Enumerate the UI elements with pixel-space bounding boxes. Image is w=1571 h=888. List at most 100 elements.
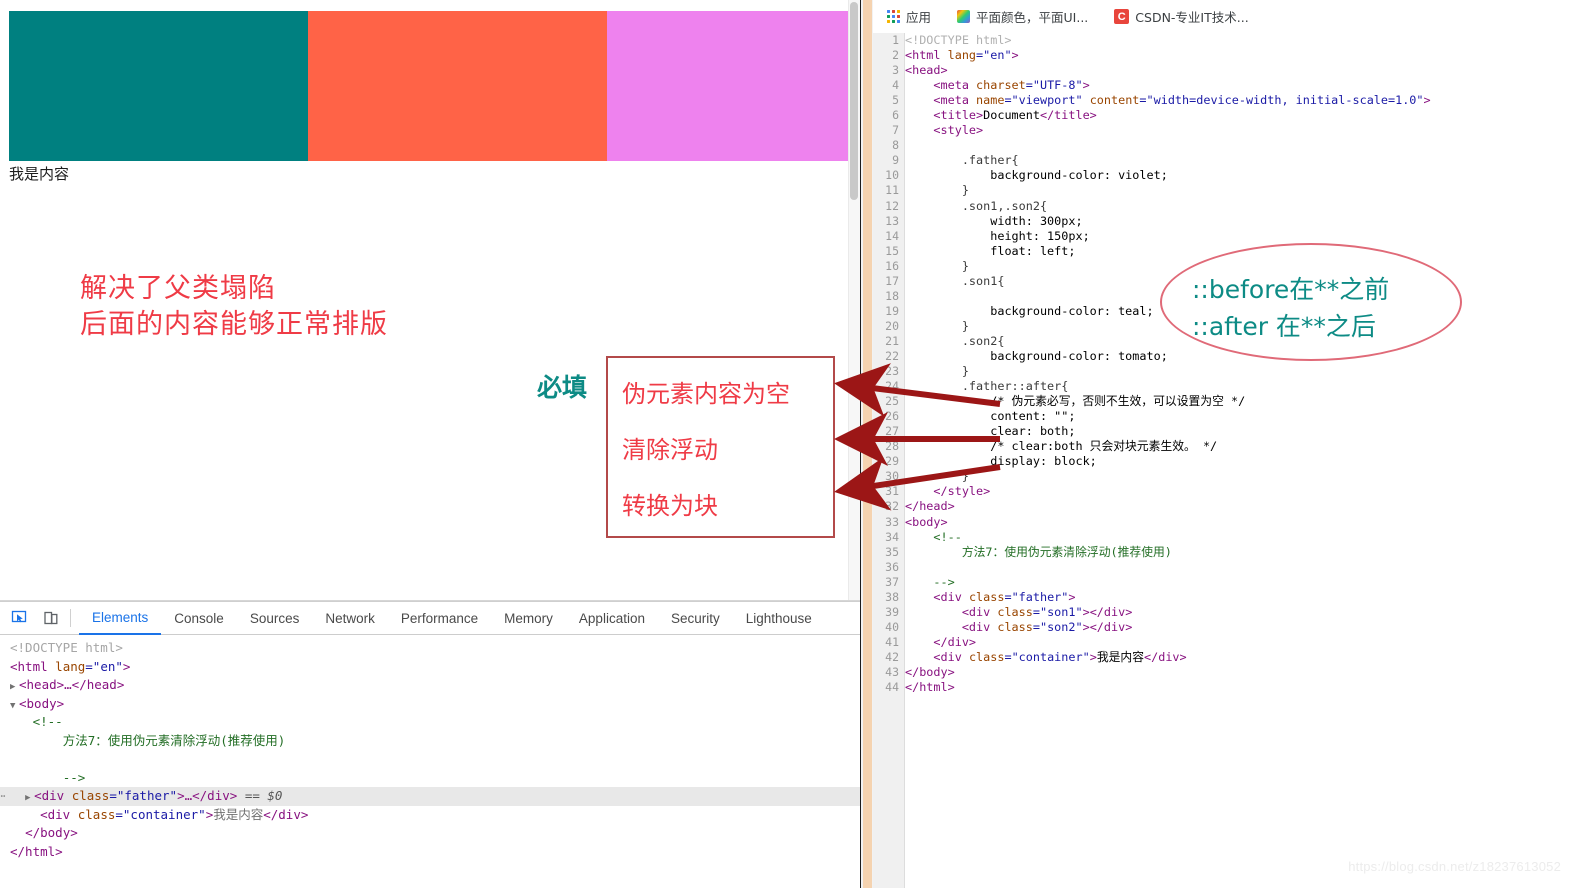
line-number: 9 [873, 153, 904, 168]
line-number: 27 [873, 424, 904, 439]
source-line: } [905, 469, 1571, 484]
bookmarks-bar: 应用 平面颜色，平面UI... C CSDN-专业IT技术... [873, 0, 1571, 34]
tab-performance[interactable]: Performance [388, 603, 491, 634]
requirements-box: 伪元素内容为空 清除浮动 转换为块 [606, 356, 835, 538]
device-toolbar-icon[interactable] [38, 605, 64, 631]
father-background-area [607, 11, 860, 161]
source-line: <head> [905, 63, 1571, 78]
dom-body: <body> [19, 696, 64, 711]
dom-container-class-value: ="container" [115, 807, 205, 822]
inspect-element-icon[interactable] [6, 605, 32, 631]
line-number: 39 [873, 605, 904, 620]
requirement-item: 清除浮动 [622, 430, 718, 465]
source-line: </head> [905, 499, 1571, 514]
page-scrollbar-thumb[interactable] [850, 2, 858, 200]
dom-line[interactable]: </body> [0, 824, 860, 843]
dom-line-father-selected[interactable]: ⋯ ▶<div class="father">…</div> == $0 [0, 787, 860, 806]
line-number: 29 [873, 454, 904, 469]
dom-father-class-value: ="father" [109, 788, 177, 803]
line-number: 20 [873, 319, 904, 334]
dom-line-head[interactable]: ▶<head>…</head> [0, 676, 860, 695]
source-vertical-scrollbar[interactable] [861, 0, 873, 888]
dom-doctype: <!DOCTYPE html> [10, 640, 123, 655]
bookmark-label: 平面颜色，平面UI... [976, 7, 1088, 26]
collapse-solved-note: 解决了父类塌陷 后面的内容能够正常排版 [80, 271, 388, 343]
dom-line[interactable]: <html lang="en"> [0, 658, 860, 677]
dom-line[interactable] [0, 750, 860, 769]
source-code-area: 1234567891011121314151617181920212223242… [873, 33, 1571, 888]
pseudo-element-ellipse-note: ::before在**之前 ::after 在**之后 [1160, 243, 1462, 361]
tab-lighthouse[interactable]: Lighthouse [733, 603, 825, 634]
line-number: 5 [873, 93, 904, 108]
line-number: 16 [873, 259, 904, 274]
source-line: </html> [905, 680, 1571, 695]
dom-line[interactable]: 方法7：使用伪元素清除浮动(推荐使用) [0, 732, 860, 751]
tab-memory[interactable]: Memory [491, 603, 566, 634]
line-number: 17 [873, 274, 904, 289]
line-number: 42 [873, 650, 904, 665]
line-number: 23 [873, 364, 904, 379]
devtools-toolbar: Elements Console Sources Network Perform… [0, 602, 860, 635]
dom-body-close: </body> [25, 825, 78, 840]
dom-tree: <!DOCTYPE html> <html lang="en"> ▶<head>… [0, 635, 860, 888]
dom-head: <head>…</head> [19, 677, 124, 692]
tab-network[interactable]: Network [312, 603, 388, 634]
line-number: 14 [873, 229, 904, 244]
line-number: 44 [873, 680, 904, 695]
line-number: 15 [873, 244, 904, 259]
dom-line-body[interactable]: ▼<body> [0, 695, 860, 714]
source-line: </style> [905, 484, 1571, 499]
dom-html-close-bracket: > [123, 659, 131, 674]
bookmark-csdn[interactable]: C CSDN-专业IT技术... [1114, 7, 1248, 26]
bookmark-apps[interactable]: 应用 [887, 7, 931, 26]
son1-block [9, 11, 308, 161]
ellipse-note-line: ::after 在**之后 [1192, 307, 1376, 343]
dom-line[interactable]: <!DOCTYPE html> [0, 639, 860, 658]
tab-console[interactable]: Console [161, 603, 237, 634]
dom-container-open: <div [40, 807, 70, 822]
line-number: 8 [873, 138, 904, 153]
dom-lang-value: ="en" [85, 659, 123, 674]
source-line: background-color: violet; [905, 168, 1571, 183]
bookmark-color-palette[interactable]: 平面颜色，平面UI... [957, 7, 1088, 26]
dom-comment-close: --> [63, 770, 86, 785]
bookmark-label: 应用 [906, 7, 931, 26]
source-line: /* clear:both 只会对块元素生效。 */ [905, 439, 1571, 454]
source-scrollbar-thumb[interactable] [863, 0, 872, 888]
dom-line[interactable]: </html> [0, 843, 860, 862]
line-number: 41 [873, 635, 904, 650]
source-line: .father::after{ [905, 379, 1571, 394]
browser-left-pane: 我是内容 解决了父类塌陷 后面的内容能够正常排版 必填 伪元素内容为空 清除浮动… [0, 0, 860, 888]
line-number: 1 [873, 33, 904, 48]
source-line: <div class="father"> [905, 590, 1571, 605]
dom-line[interactable]: --> [0, 769, 860, 788]
source-line: clear: both; [905, 424, 1571, 439]
source-line: height: 150px; [905, 229, 1571, 244]
more-options-icon[interactable]: ⋯ [0, 787, 7, 806]
line-number: 25 [873, 394, 904, 409]
line-number: 30 [873, 469, 904, 484]
line-number: 37 [873, 575, 904, 590]
source-code-text[interactable]: <!DOCTYPE html><html lang="en"><head> <m… [905, 33, 1571, 888]
dom-container-text: 我是内容 [213, 807, 263, 822]
container-div-text: 我是内容 [9, 163, 69, 185]
dom-line-container[interactable]: <div class="container">我是内容</div> [0, 806, 860, 825]
dom-line[interactable]: <!-- [0, 713, 860, 732]
tab-application[interactable]: Application [566, 603, 658, 634]
tab-security[interactable]: Security [658, 603, 733, 634]
requirement-item: 转换为块 [622, 486, 718, 521]
line-number: 19 [873, 304, 904, 319]
dom-father-open: <div [34, 788, 64, 803]
page-vertical-scrollbar[interactable] [848, 0, 860, 600]
source-line: .son1,.son2{ [905, 199, 1571, 214]
line-number: 35 [873, 545, 904, 560]
source-line [905, 138, 1571, 153]
line-number: 36 [873, 560, 904, 575]
source-line: <html lang="en"> [905, 48, 1571, 63]
required-label: 必填 [537, 368, 587, 404]
tab-sources[interactable]: Sources [237, 603, 313, 634]
ellipse-note-line: ::before在**之前 [1192, 270, 1389, 306]
line-number: 43 [873, 665, 904, 680]
line-number: 31 [873, 484, 904, 499]
tab-elements[interactable]: Elements [79, 602, 161, 635]
